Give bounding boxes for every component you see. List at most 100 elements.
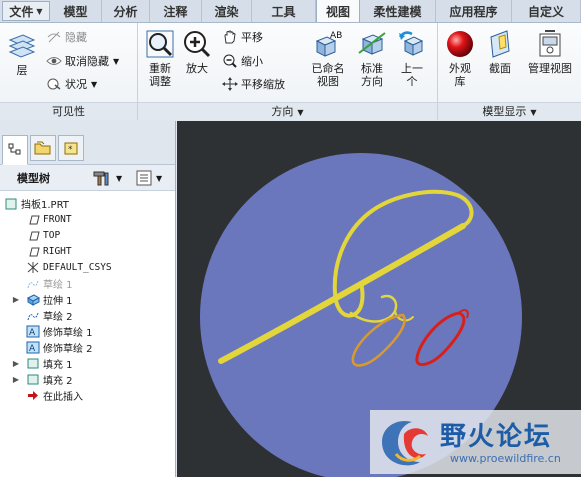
model-display-group-label: 模型显示 ▼ [438,102,581,120]
eye-icon [46,57,62,65]
zoom-in-button[interactable]: 放大 [182,29,212,75]
pan-zoom-button[interactable]: 平移缩放 [222,76,285,92]
manage-views-button[interactable]: 管理视图 [522,29,578,75]
tab-model[interactable]: 模型 [50,0,102,22]
eye-closed-icon [47,31,61,43]
model-display-group: 外观 库 截面 管理视图 模型显示 ▼ [438,23,581,120]
sketch-icon [27,280,39,288]
hand-pan-icon [224,30,236,44]
expand-arrow-icon[interactable]: ▶ [6,295,26,304]
tree-item-label: 草绘 1 [43,279,73,291]
unhide-button[interactable]: 取消隐藏 ▼ [46,53,119,69]
tab-tools[interactable]: 工具 [252,0,316,22]
tab-favorites[interactable]: * [58,135,84,161]
tab-model-tree[interactable] [2,135,28,165]
tab-applications[interactable]: 应用程序 [436,0,512,22]
tree-item[interactable]: ▶ 填充 2 [0,371,73,387]
tree-item[interactable]: ▶ 拉伸 1 [0,291,73,307]
layers-button[interactable]: 层 [4,31,40,77]
navigator-tabs: * [0,121,175,165]
appearance-gallery-button[interactable]: 外观 库 [442,29,478,88]
insert-here-arrow-icon [28,390,38,400]
folder-icon [34,141,51,155]
layers-icon [8,34,36,58]
ribbon: 层 隐藏 取消隐藏 ▼ 状况 ▼ 可见性 重新 调整 放大 平移 缩小 平移缩放… [0,23,581,120]
part-icon [5,198,17,209]
zoom-fit-icon [146,30,174,58]
cosmetic-sketch-icon: A [26,325,40,338]
standard-orientation-icon [358,32,386,55]
section-plane-icon [490,30,510,58]
named-view-cube-icon: AB [315,31,342,57]
status-icon [47,78,61,90]
svg-text:AB: AB [330,31,342,41]
tree-item-label: 拉伸 1 [43,295,73,307]
tree-item-label: DEFAULT_CSYS [43,261,112,273]
status-button[interactable]: 状况 ▼ [46,76,97,92]
section-button[interactable]: 截面 [482,29,518,75]
tab-customize[interactable]: 自定义 [512,0,581,22]
favorites-star-icon: * [64,142,78,155]
tab-file[interactable]: 文件 ▼ [2,1,50,21]
tree-item[interactable]: 挡板1.PRT [0,195,69,211]
hide-button[interactable]: 隐藏 [46,29,87,45]
tree-item-label: 草绘 2 [43,311,73,323]
chevron-down-icon: ▼ [116,173,123,183]
csys-icon [27,261,39,273]
tree-item[interactable]: A 修饰草绘 2 [0,339,93,355]
tree-item-label: 在此插入 [43,391,83,403]
tree-item-label: RIGHT [43,245,72,257]
chevron-down-icon: ▼ [156,173,163,183]
pan-zoom-icon [222,77,238,91]
tree-item[interactable]: 草绘 2 [0,307,73,323]
tree-item[interactable]: RIGHT [0,243,72,259]
watermark-title: 野火论坛 [440,422,553,452]
visibility-group: 层 隐藏 取消隐藏 ▼ 状况 ▼ 可见性 [0,23,138,120]
model-tree-title: 模型树 [17,171,50,185]
tree-show-button[interactable]: ▼ [136,170,162,186]
tab-render[interactable]: 渲染 [202,0,252,22]
appearance-sphere-icon [447,31,473,57]
model-tree-icon [8,143,21,155]
previous-view-button[interactable]: 上一 个 [394,29,430,88]
svg-text:A: A [29,344,36,354]
svg-text:*: * [68,145,73,155]
fill-icon [27,358,39,368]
expand-arrow-icon[interactable]: ▶ [6,375,26,384]
tree-item[interactable]: ▶ 填充 1 [0,355,73,371]
zoom-in-icon [184,31,211,58]
tab-view[interactable]: 视图 [316,0,360,22]
tab-annotate[interactable]: 注释 [150,0,202,22]
tab-folder-browser[interactable] [30,135,56,161]
tree-item[interactable]: FRONT [0,211,72,227]
tree-item[interactable]: 在此插入 [0,387,83,403]
tree-item[interactable]: A 修饰草绘 1 [0,323,93,339]
cosmetic-sketch-icon: A [26,341,40,354]
chevron-down-icon: ▼ [91,79,98,89]
datum-plane-icon [29,231,40,240]
tab-flexible-modeling[interactable]: 柔性建模 [360,0,436,22]
sketch-icon [27,312,39,320]
tab-analysis[interactable]: 分析 [102,0,150,22]
tools-hammer-icon [93,171,109,186]
tree-item[interactable]: TOP [0,227,60,243]
zoom-out-button[interactable]: 缩小 [222,53,263,69]
previous-view-icon [398,31,424,56]
standard-orientation-button[interactable]: 标准 方向 [352,29,392,88]
tree-item[interactable]: DEFAULT_CSYS [0,259,112,275]
watermark: 野火论坛 www.proewildfire.cn [370,410,581,474]
tree-item-label: TOP [43,229,61,241]
chevron-down-icon: ▼ [113,56,120,66]
svg-text:A: A [29,328,36,338]
repaint-button[interactable]: 重新 调整 [142,29,178,88]
expand-arrow-icon[interactable]: ▶ [6,359,26,368]
tree-item-label: 修饰草绘 2 [43,343,93,355]
tree-item-label: FRONT [43,213,72,225]
tree-item-label: 修饰草绘 1 [43,327,93,339]
tree-settings-button[interactable]: ▼ [92,170,122,186]
named-views-button[interactable]: AB 已命名 视图 [306,29,350,88]
tree-item[interactable]: 草绘 1 [0,275,73,291]
pan-button[interactable]: 平移 [222,29,263,45]
tree-item-label: 填充 1 [43,359,73,371]
graphics-window[interactable]: 野火论坛 www.proewildfire.cn [177,121,581,477]
